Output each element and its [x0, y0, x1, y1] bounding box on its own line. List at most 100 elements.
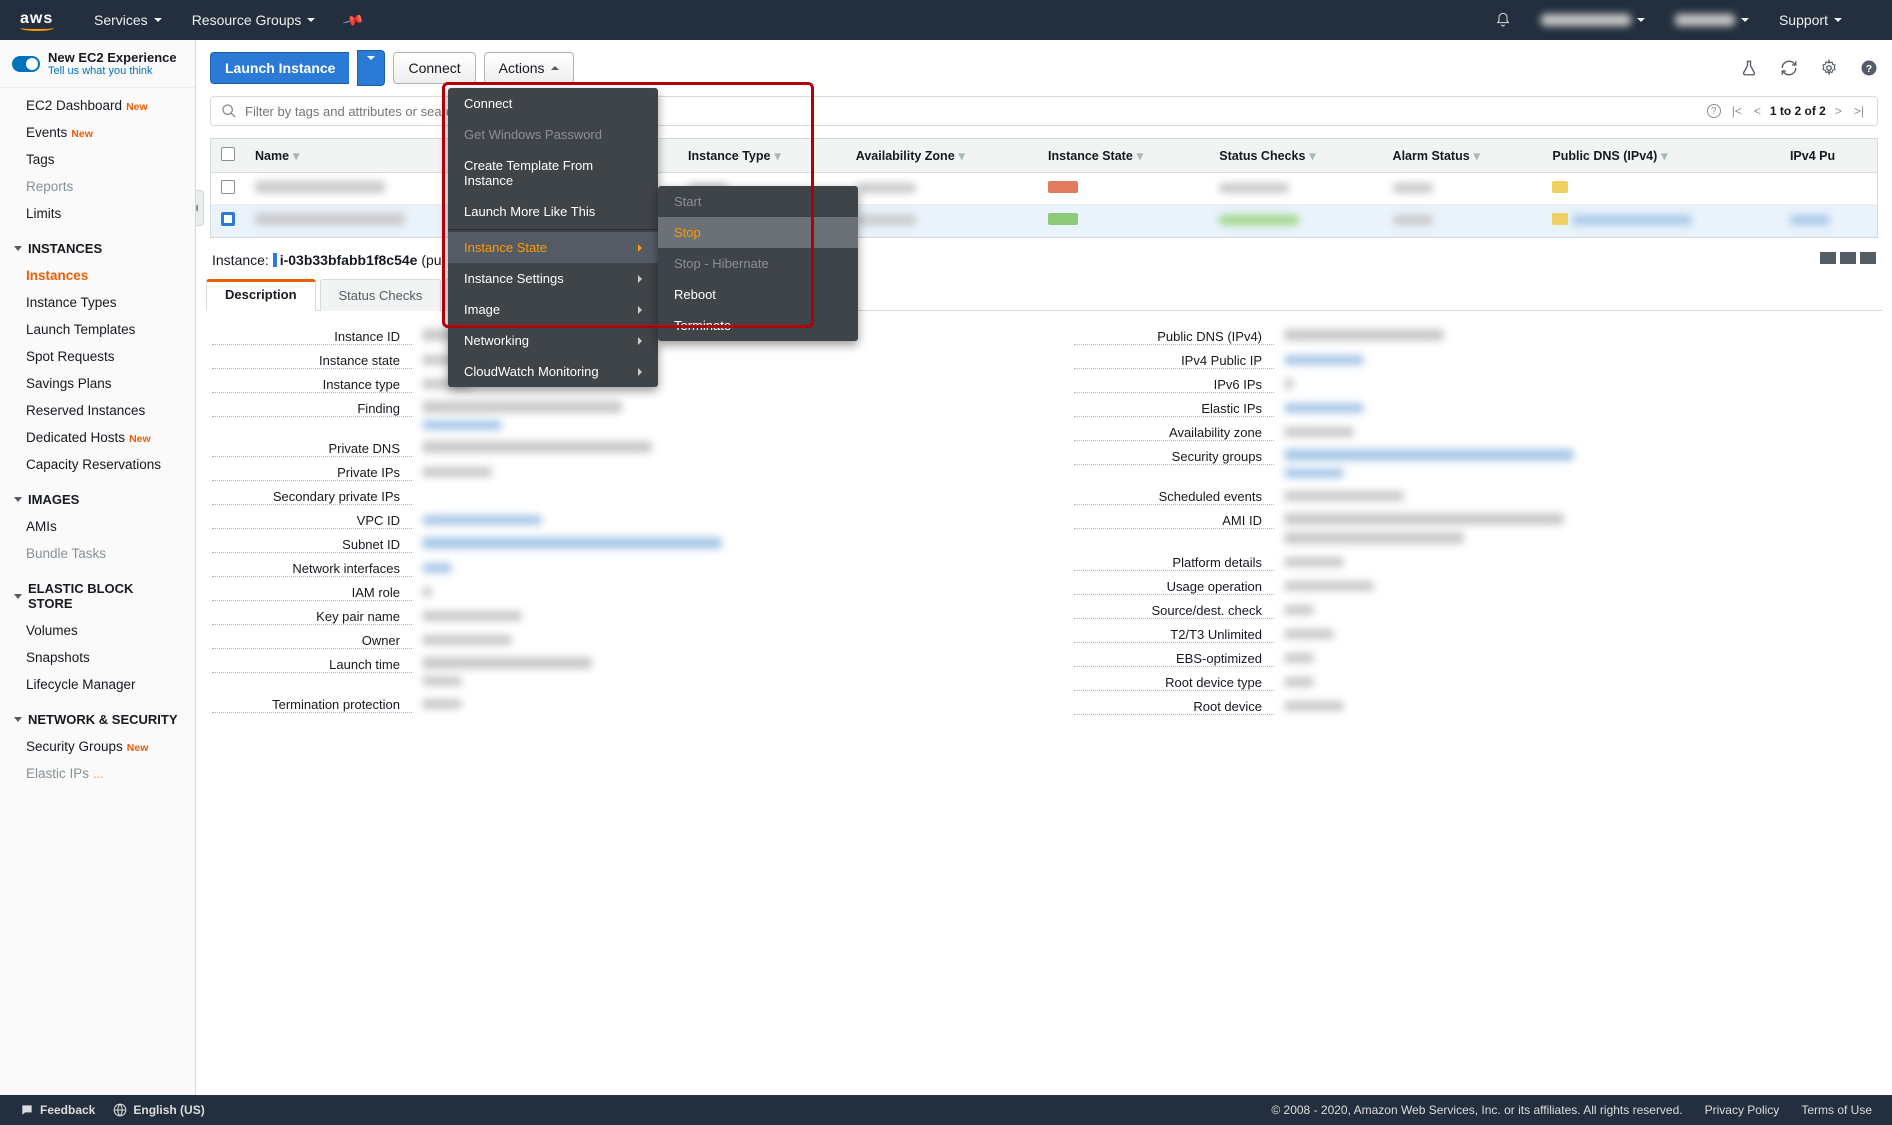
pager: |< < 1 to 2 of 2 > >| — [1729, 104, 1867, 118]
pager-first[interactable]: |< — [1729, 104, 1745, 118]
connect-button[interactable]: Connect — [393, 52, 475, 84]
main-panel: Launch Instance Connect Actions ? ? |< <… — [196, 40, 1892, 1095]
row-checkbox[interactable] — [221, 212, 235, 226]
submenu-stop-hibernate: Stop - Hibernate — [658, 248, 858, 279]
support-menu[interactable]: Support — [1779, 12, 1842, 28]
sidebar-item-dashboard[interactable]: EC2 DashboardNew — [0, 92, 195, 119]
submenu-stop[interactable]: Stop — [658, 217, 858, 248]
sidebar-item-lifecycle-manager[interactable]: Lifecycle Manager — [0, 671, 195, 698]
sidebar-item-instances[interactable]: Instances — [0, 262, 195, 289]
row-checkbox[interactable] — [221, 180, 235, 194]
terms-link[interactable]: Terms of Use — [1801, 1103, 1872, 1117]
triangle-down-icon — [14, 246, 22, 251]
globe-icon[interactable] — [113, 1103, 127, 1117]
sidebar-item-spot-requests[interactable]: Spot Requests — [0, 343, 195, 370]
sidebar-head-instances[interactable]: INSTANCES — [0, 235, 195, 262]
tab-status-checks[interactable]: Status Checks — [320, 279, 442, 311]
menu-connect[interactable]: Connect — [448, 88, 658, 119]
notifications-icon[interactable] — [1495, 12, 1511, 28]
search-icon — [221, 103, 237, 119]
launch-instance-dropdown[interactable] — [357, 50, 385, 86]
sidebar-item-limits[interactable]: Limits — [0, 200, 195, 227]
menu-cloudwatch-monitoring[interactable]: CloudWatch Monitoring — [448, 356, 658, 387]
help-icon[interactable]: ? — [1860, 59, 1878, 77]
resource-groups-menu[interactable]: Resource Groups — [192, 12, 316, 28]
instance-id: i-03b33bfabb1f8c54e — [280, 252, 418, 268]
layout-1-icon[interactable] — [1820, 252, 1836, 264]
sidebar-item-snapshots[interactable]: Snapshots — [0, 644, 195, 671]
sidebar: New EC2 Experience Tell us what you thin… — [0, 40, 196, 1095]
sidebar-item-launch-templates[interactable]: Launch Templates — [0, 316, 195, 343]
menu-instance-state[interactable]: Instance State — [448, 232, 658, 263]
new-experience-toggle-row: New EC2 Experience Tell us what you thin… — [0, 40, 195, 88]
layout-2-icon[interactable] — [1840, 252, 1856, 264]
copyright: © 2008 - 2020, Amazon Web Services, Inc.… — [1271, 1103, 1682, 1117]
new-experience-title: New EC2 Experience — [48, 50, 177, 65]
global-nav: aws Services Resource Groups 📌 Support — [0, 0, 1892, 40]
sidebar-item-security-groups[interactable]: Security GroupsNew — [0, 733, 195, 760]
sidebar-collapse-handle[interactable] — [196, 190, 204, 226]
privacy-link[interactable]: Privacy Policy — [1705, 1103, 1780, 1117]
new-experience-feedback-link[interactable]: Tell us what you think — [48, 65, 177, 77]
experiment-icon[interactable] — [1740, 59, 1758, 77]
menu-launch-more[interactable]: Launch More Like This — [448, 196, 658, 227]
sidebar-item-reserved-instances[interactable]: Reserved Instances — [0, 397, 195, 424]
sidebar-item-elastic-ips[interactable]: Elastic IPs… — [0, 760, 195, 787]
col-public-dns[interactable]: Public DNS (IPv4)▾ — [1542, 139, 1780, 173]
col-alarm-status[interactable]: Alarm Status▾ — [1383, 139, 1543, 173]
menu-create-template[interactable]: Create Template From Instance — [448, 150, 658, 196]
actions-menu: Connect Get Windows Password Create Temp… — [448, 88, 658, 387]
account-menu[interactable] — [1675, 14, 1749, 26]
sidebar-item-tags[interactable]: Tags — [0, 146, 195, 173]
submenu-reboot[interactable]: Reboot — [658, 279, 858, 310]
filter-help-icon[interactable]: ? — [1707, 104, 1721, 118]
footer: Feedback English (US) © 2008 - 2020, Ama… — [0, 1095, 1892, 1125]
menu-image[interactable]: Image — [448, 294, 658, 325]
submenu-terminate[interactable]: Terminate — [658, 310, 858, 341]
col-instance-type[interactable]: Instance Type▾ — [678, 139, 846, 173]
new-experience-toggle[interactable] — [12, 56, 40, 72]
language-link[interactable]: English (US) — [133, 1103, 204, 1117]
pin-icon[interactable]: 📌 — [342, 8, 366, 31]
aws-logo[interactable]: aws — [20, 10, 54, 31]
sidebar-item-capacity-reservations[interactable]: Capacity Reservations — [0, 451, 195, 478]
detail-body: Instance ID Instance state Instance type… — [196, 311, 1892, 1066]
sidebar-item-savings-plans[interactable]: Savings Plans — [0, 370, 195, 397]
account-region[interactable] — [1541, 14, 1645, 26]
feedback-link[interactable]: Feedback — [40, 1103, 95, 1117]
menu-networking[interactable]: Networking — [448, 325, 658, 356]
sidebar-head-images[interactable]: IMAGES — [0, 486, 195, 513]
pager-last[interactable]: >| — [1851, 104, 1867, 118]
sidebar-item-amis[interactable]: AMIs — [0, 513, 195, 540]
sidebar-item-events[interactable]: EventsNew — [0, 119, 195, 146]
sidebar-item-volumes[interactable]: Volumes — [0, 617, 195, 644]
col-instance-state[interactable]: Instance State▾ — [1038, 139, 1209, 173]
tab-description[interactable]: Description — [206, 279, 316, 311]
actions-button[interactable]: Actions — [484, 52, 574, 84]
feedback-icon[interactable] — [20, 1103, 34, 1117]
col-status-checks[interactable]: Status Checks▾ — [1209, 139, 1382, 173]
menu-instance-settings[interactable]: Instance Settings — [448, 263, 658, 294]
sidebar-head-network-security[interactable]: NETWORK & SECURITY — [0, 706, 195, 733]
select-all-checkbox[interactable] — [221, 147, 235, 161]
layout-3-icon[interactable] — [1860, 252, 1876, 264]
launch-instance-button[interactable]: Launch Instance — [210, 52, 349, 84]
refresh-icon[interactable] — [1780, 59, 1798, 77]
settings-icon[interactable] — [1820, 59, 1838, 77]
services-menu[interactable]: Services — [94, 12, 162, 28]
col-availability-zone[interactable]: Availability Zone▾ — [846, 139, 1038, 173]
sidebar-item-bundle-tasks[interactable]: Bundle Tasks — [0, 540, 195, 567]
instance-state-submenu: Start Stop Stop - Hibernate Reboot Termi… — [658, 186, 858, 341]
pager-prev[interactable]: < — [1751, 104, 1764, 118]
caret-down-icon — [154, 18, 162, 22]
menu-get-windows-password: Get Windows Password — [448, 119, 658, 150]
caret-down-icon — [307, 18, 315, 22]
svg-text:?: ? — [1866, 63, 1872, 75]
sidebar-item-reports[interactable]: Reports — [0, 173, 195, 200]
sidebar-item-dedicated-hosts[interactable]: Dedicated HostsNew — [0, 424, 195, 451]
pager-text: 1 to 2 of 2 — [1770, 104, 1826, 118]
sidebar-head-ebs[interactable]: ELASTIC BLOCK STORE — [0, 575, 195, 617]
sidebar-item-instance-types[interactable]: Instance Types — [0, 289, 195, 316]
col-ipv4[interactable]: IPv4 Pu — [1780, 139, 1877, 173]
pager-next[interactable]: > — [1832, 104, 1845, 118]
